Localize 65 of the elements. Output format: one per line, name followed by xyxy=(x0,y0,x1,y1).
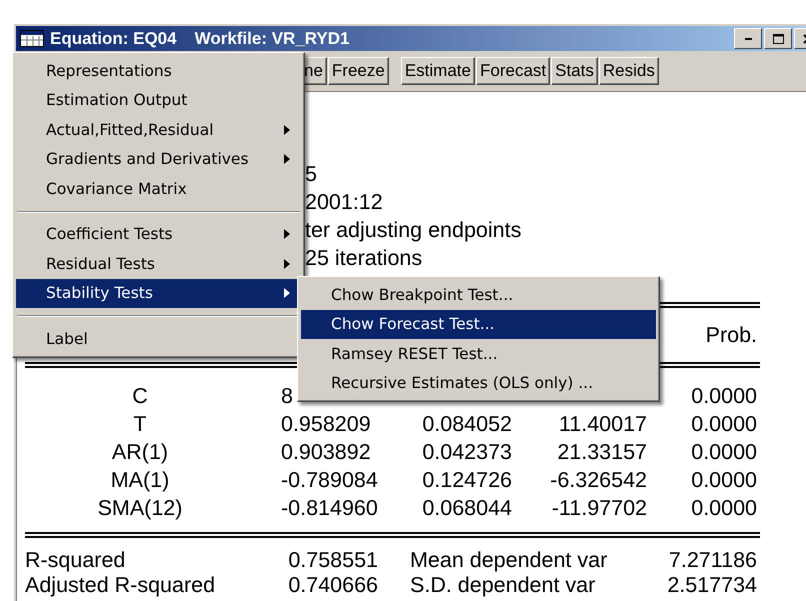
toolbar-button[interactable]: Resids xyxy=(598,57,659,85)
table-cell: -11.97702 xyxy=(552,496,647,520)
workfile-name: Workfile: VR_RYD1 xyxy=(194,28,350,48)
output-line: 25 iterations xyxy=(305,245,422,272)
output-line: 5 xyxy=(305,161,317,188)
stat-label: R-squared xyxy=(25,548,126,573)
table-cell: 8 xyxy=(281,384,293,408)
variable-name: MA(1) xyxy=(110,468,170,492)
table-cell: 0.0000 xyxy=(691,468,757,492)
stat-value: 0.758551 xyxy=(287,548,378,573)
table-cell: -6.326542 xyxy=(550,468,647,492)
stat-label: S.D. dependent var xyxy=(409,573,596,598)
minimize-icon xyxy=(744,38,752,40)
window-icon xyxy=(20,30,44,47)
stat-value: 0.740666 xyxy=(287,573,378,598)
submenu-arrow-icon xyxy=(283,124,291,136)
window-title: Equation: EQ04 xyxy=(50,28,177,48)
menu-item[interactable]: Chow Forecast Test... xyxy=(301,310,656,339)
table-cell: 0.0000 xyxy=(691,496,757,520)
table-cell: 0.0000 xyxy=(691,440,757,464)
submenu-arrow-icon xyxy=(283,258,291,270)
table-cell: 11.40017 xyxy=(558,412,647,436)
table-cell: 0.0000 xyxy=(691,412,757,436)
stat-value: 7.271186 xyxy=(668,548,757,573)
submenu-arrow-icon xyxy=(283,287,291,300)
menu-item[interactable]: Chow Breakpoint Test... xyxy=(301,280,656,310)
stat-value: 2.517734 xyxy=(666,573,757,598)
toolbar-button[interactable]: Forecast xyxy=(476,57,550,85)
minimize-button[interactable] xyxy=(734,28,762,49)
table-cell: 0.084052 xyxy=(422,412,512,436)
table-cell: 21.33157 xyxy=(557,440,647,464)
table-cell: 0.124726 xyxy=(422,468,512,492)
table-cell: 0.068044 xyxy=(422,496,512,520)
toolbar-button[interactable]: Estimate xyxy=(400,57,475,85)
menu-item[interactable]: Gradients and Derivatives xyxy=(16,144,301,174)
menu-item[interactable]: Covariance Matrix xyxy=(16,174,301,204)
menu-item[interactable]: Recursive Estimates (OLS only) ... xyxy=(301,368,656,398)
table-cell: -0.789084 xyxy=(281,468,378,492)
menu-item[interactable]: Coefficient Tests xyxy=(16,220,301,249)
menu-item[interactable]: Actual,Fitted,Residual xyxy=(16,115,301,144)
submenu-arrow-icon xyxy=(283,228,291,240)
toolbar-button[interactable]: Freeze xyxy=(328,57,389,85)
menu-item[interactable]: Residual Tests xyxy=(16,249,301,278)
variable-name: SMA(12) xyxy=(98,496,182,520)
stat-label: Adjusted R-squared xyxy=(25,573,216,598)
variable-name: C xyxy=(132,384,148,408)
table-cell: 0.0000 xyxy=(691,384,757,408)
menu-item[interactable]: Ramsey RESET Test... xyxy=(301,339,656,368)
table-cell: 0.042373 xyxy=(422,440,512,464)
stat-label: Mean dependent var xyxy=(409,548,608,573)
variable-name: T xyxy=(133,412,147,436)
table-cell: 0.903892 xyxy=(281,440,371,464)
variable-name: AR(1) xyxy=(112,440,168,464)
maximize-button[interactable] xyxy=(764,28,792,49)
toolbar-button[interactable]: Stats xyxy=(551,57,598,85)
output-line: 2001:12 xyxy=(305,189,383,216)
menu-item[interactable]: Label xyxy=(16,324,301,354)
column-header: Prob. xyxy=(704,322,757,349)
maximize-icon xyxy=(772,34,784,44)
menu-item[interactable]: Estimation Output xyxy=(16,86,301,115)
submenu-arrow-icon xyxy=(283,153,291,166)
menu-item[interactable]: Representations xyxy=(16,56,301,86)
table-cell: -0.814960 xyxy=(281,496,378,520)
output-line: ter adjusting endpoints xyxy=(305,217,522,244)
table-cell: 0.958209 xyxy=(281,412,371,436)
